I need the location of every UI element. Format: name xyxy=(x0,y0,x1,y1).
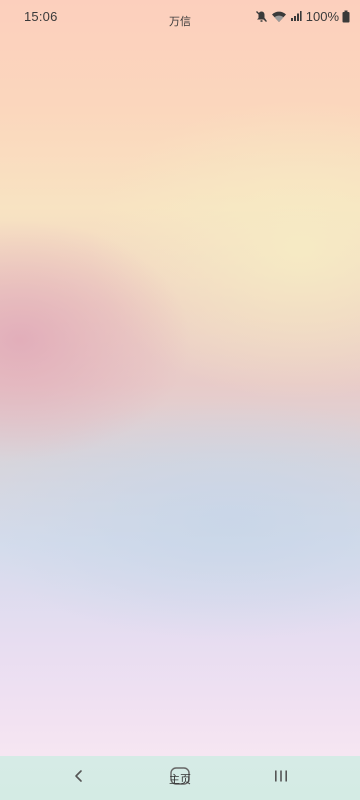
battery-icon xyxy=(342,10,350,23)
home-button[interactable]: 主页 xyxy=(145,756,215,800)
recents-icon xyxy=(273,769,289,788)
home-label: 主页 xyxy=(169,774,191,786)
battery-percent: 100% xyxy=(305,8,339,24)
wifi-icon xyxy=(271,10,287,23)
back-button[interactable] xyxy=(44,756,114,800)
recents-button[interactable] xyxy=(246,756,316,800)
mute-icon xyxy=(255,10,268,23)
status-icons: 100% xyxy=(255,8,350,24)
navigation-bar: 主页 xyxy=(0,756,360,800)
signal-icon xyxy=(290,10,302,22)
back-icon xyxy=(73,768,85,789)
home-screen-wallpaper: 15:06 万信 100% 主页 xyxy=(0,0,360,800)
status-bar: 15:06 万信 100% xyxy=(0,0,360,34)
